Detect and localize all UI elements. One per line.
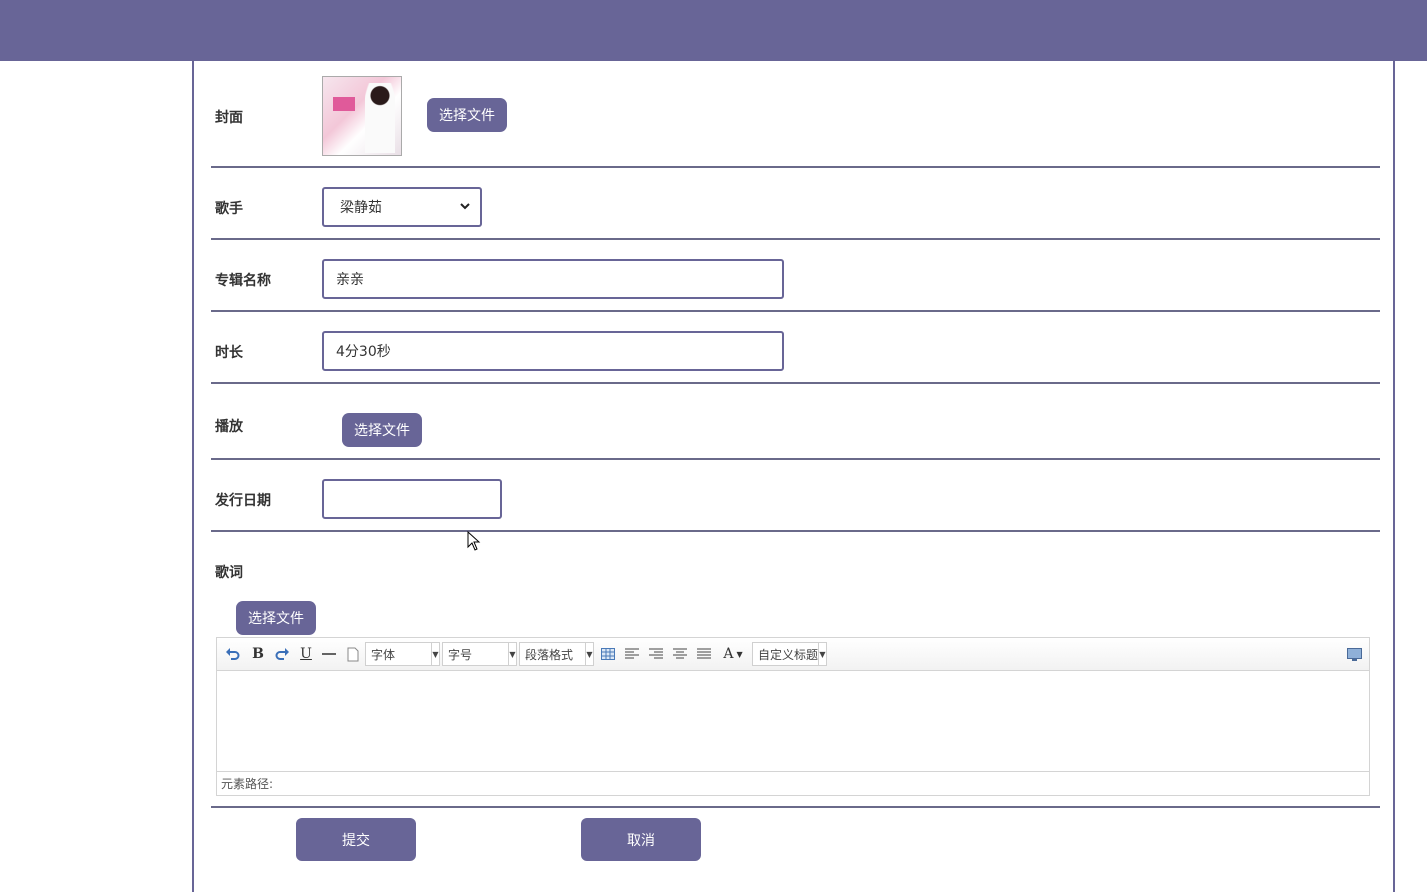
- play-label: 播放: [215, 419, 243, 435]
- font-size-value: 字号: [448, 647, 473, 662]
- cover-logo-block: [333, 97, 355, 111]
- dropdown-arrow-icon: ▼: [508, 643, 516, 665]
- paragraph-format-value: 段落格式: [525, 647, 574, 662]
- release-date-input[interactable]: [322, 479, 502, 519]
- element-path-label: 元素路径:: [221, 777, 274, 791]
- duration-label: 时长: [215, 345, 243, 361]
- align-left-icon[interactable]: [623, 644, 641, 664]
- release-date-row: 发行日期: [211, 460, 1380, 532]
- dropdown-arrow-icon: ▼: [585, 643, 593, 665]
- release-date-label: 发行日期: [215, 493, 271, 509]
- paragraph-format-select[interactable]: 段落格式 ▼: [519, 642, 594, 666]
- underline-button[interactable]: U: [297, 644, 315, 664]
- submit-button[interactable]: 提交: [296, 818, 416, 861]
- lyrics-label: 歌词: [215, 565, 243, 581]
- duration-input[interactable]: 4分30秒: [322, 331, 784, 371]
- cover-label: 封面: [215, 110, 243, 126]
- editor-toolbar: B U 字体 ▼ 字号 ▼ 段落格式 ▼ A ▼ 自定义标题 ▼: [217, 638, 1369, 671]
- lyrics-choose-file-button[interactable]: 选择文件: [236, 601, 316, 635]
- font-color-button[interactable]: A ▼: [720, 644, 746, 664]
- align-justify-icon[interactable]: [695, 644, 713, 664]
- align-right-icon[interactable]: [647, 644, 665, 664]
- cover-portrait: [365, 83, 395, 153]
- singer-select[interactable]: 梁静茹: [322, 187, 482, 227]
- lyrics-editor: B U 字体 ▼ 字号 ▼ 段落格式 ▼ A ▼ 自定义标题 ▼ 元素路径:: [216, 637, 1370, 796]
- redo-icon[interactable]: [272, 644, 292, 664]
- dropdown-arrow-icon: ▼: [818, 643, 826, 665]
- align-center-icon[interactable]: [671, 644, 689, 664]
- top-header-bar: [0, 0, 1427, 61]
- album-name-input[interactable]: 亲亲: [322, 259, 784, 299]
- font-family-value: 字体: [371, 647, 396, 662]
- cover-row: 封面 选择文件: [211, 61, 1380, 168]
- custom-heading-value: 自定义标题: [758, 647, 819, 662]
- album-name-label: 专辑名称: [215, 273, 271, 289]
- album-edit-form: 封面 选择文件 歌手 梁静茹 专辑名称 亲亲 时长 4分30秒 播放 选择文件 …: [192, 61, 1395, 892]
- font-color-letter: A: [723, 646, 734, 662]
- singer-row: 歌手 梁静茹: [211, 168, 1380, 240]
- font-family-select[interactable]: 字体 ▼: [365, 642, 440, 666]
- play-row: 播放 选择文件: [211, 384, 1380, 460]
- cover-image: [322, 76, 402, 156]
- dropdown-arrow-icon: ▼: [736, 649, 743, 659]
- table-icon[interactable]: [599, 644, 617, 664]
- cancel-button[interactable]: 取消: [581, 818, 701, 861]
- duration-row: 时长 4分30秒: [211, 312, 1380, 384]
- album-name-row: 专辑名称 亲亲: [211, 240, 1380, 312]
- singer-label: 歌手: [215, 201, 243, 217]
- undo-icon[interactable]: [223, 644, 243, 664]
- play-choose-file-button[interactable]: 选择文件: [342, 413, 422, 447]
- chevron-down-icon: [459, 200, 471, 215]
- horizontal-rule-icon[interactable]: [320, 644, 338, 664]
- font-size-select[interactable]: 字号 ▼: [442, 642, 517, 666]
- page-icon[interactable]: [344, 644, 362, 664]
- cover-choose-file-button[interactable]: 选择文件: [427, 98, 507, 132]
- bold-button[interactable]: B: [249, 644, 267, 664]
- dropdown-arrow-icon: ▼: [431, 643, 439, 665]
- fullscreen-icon[interactable]: [1345, 644, 1363, 664]
- editor-status-bar: 元素路径:: [217, 771, 1369, 795]
- mouse-cursor-icon: [467, 530, 481, 551]
- custom-heading-select[interactable]: 自定义标题 ▼: [752, 642, 827, 666]
- singer-selected-value: 梁静茹: [340, 200, 382, 216]
- editor-content-area[interactable]: [217, 672, 1369, 770]
